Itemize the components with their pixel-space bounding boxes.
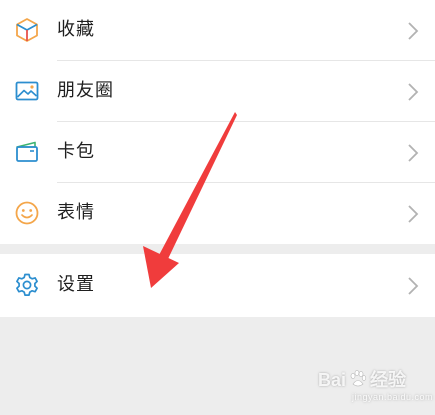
paw-icon bbox=[348, 369, 368, 394]
menu-group-settings: 设置 bbox=[0, 254, 435, 317]
chevron-right-icon bbox=[407, 143, 419, 163]
menu-group-main: 收藏 朋友圈 卡包 表情 bbox=[0, 0, 435, 244]
watermark-suffix: 经验 bbox=[370, 370, 407, 390]
sticker-smiley-icon bbox=[14, 200, 40, 226]
favorites-cube-icon bbox=[14, 17, 40, 43]
card-wallet-icon bbox=[14, 139, 40, 165]
gear-icon bbox=[14, 272, 40, 298]
chevron-right-icon bbox=[407, 276, 419, 296]
menu-item-settings[interactable]: 设置 bbox=[0, 255, 435, 316]
menu-item-favorites[interactable]: 收藏 bbox=[0, 0, 435, 61]
baidu-watermark: Bai 经验 jingyan.baidu.com bbox=[318, 366, 433, 402]
moments-picture-icon bbox=[14, 78, 40, 104]
chevron-right-icon bbox=[407, 82, 419, 102]
menu-item-stickers[interactable]: 表情 bbox=[0, 183, 435, 244]
chevron-right-icon bbox=[407, 21, 419, 41]
menu-item-moments[interactable]: 朋友圈 bbox=[0, 61, 435, 122]
menu-item-label: 表情 bbox=[57, 202, 95, 223]
menu-item-label: 卡包 bbox=[57, 141, 95, 162]
menu-item-label: 朋友圈 bbox=[57, 80, 114, 101]
menu-item-label: 设置 bbox=[57, 274, 95, 295]
menu-item-card-wallet[interactable]: 卡包 bbox=[0, 122, 435, 183]
watermark-brand: Bai bbox=[318, 370, 347, 390]
menu-item-label: 收藏 bbox=[57, 19, 95, 40]
chevron-right-icon bbox=[407, 204, 419, 224]
watermark-subtitle: jingyan.baidu.com bbox=[352, 392, 434, 402]
